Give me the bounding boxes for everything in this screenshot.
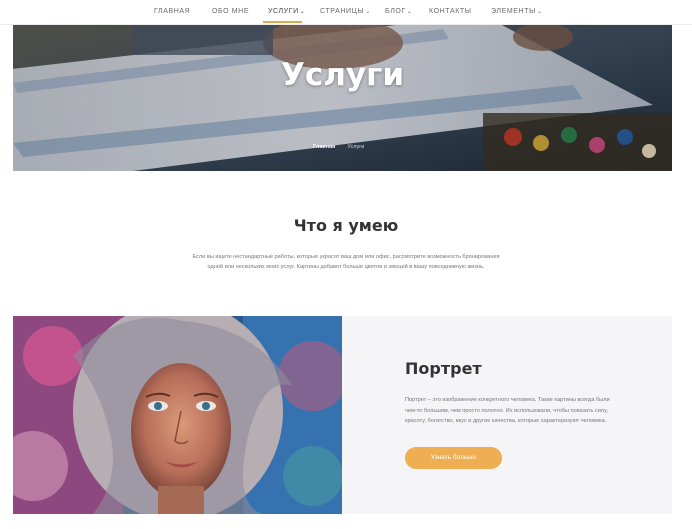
section-title: Что я умею	[293, 216, 399, 235]
nav-item-pages[interactable]: СТРАНИЦЫ⌄	[320, 8, 371, 15]
nav-item-home[interactable]: ГЛАВНАЯ	[154, 8, 190, 15]
nav-item-contacts[interactable]: КОНТАКТЫ	[429, 8, 472, 15]
learn-more-button[interactable]: Узнать больше	[405, 447, 502, 469]
nav-item-services[interactable]: УСЛУГИ⌄	[268, 8, 305, 15]
chevron-down-icon: ⌄	[406, 9, 413, 15]
nav-item-label: ЭЛЕМЕНТЫ	[491, 8, 536, 15]
nav-item-elements[interactable]: ЭЛЕМЕНТЫ⌄	[491, 8, 543, 15]
section-description-line: Если вы ищете нестандартные работы, кото…	[192, 254, 500, 260]
top-navigation: ГЛАВНАЯ ОБО МНЕ УСЛУГИ⌄ СТРАНИЦЫ⌄ БЛОГ⌄ …	[0, 0, 692, 25]
portrait-painting-image	[13, 316, 342, 514]
nav-item-label: УСЛУГИ	[268, 8, 299, 15]
chevron-down-icon: ⌄	[299, 9, 306, 15]
breadcrumb: Главная Услуги	[313, 144, 364, 150]
breadcrumb-current: Услуги	[347, 144, 365, 150]
nav-item-label: БЛОГ	[385, 8, 406, 15]
nav-item-about[interactable]: ОБО МНЕ	[212, 8, 249, 15]
section-description: Если вы ищете нестандартные работы, кото…	[170, 252, 522, 272]
portrait-title: Портрет	[405, 359, 482, 378]
chevron-down-icon: ⌄	[365, 9, 371, 15]
nav-item-label: КОНТАКТЫ	[429, 8, 472, 15]
chevron-down-icon: ⌄	[536, 9, 543, 15]
nav-item-label: ОБО МНЕ	[212, 8, 250, 15]
page-title: Услуги	[280, 57, 405, 93]
nav-item-label: ГЛАВНАЯ	[154, 8, 191, 15]
nav-item-label: СТРАНИЦЫ	[320, 8, 365, 15]
portrait-description: Портрет – это изображение конкретного че…	[405, 397, 610, 424]
page-bottom	[0, 514, 692, 529]
breadcrumb-home-link[interactable]: Главная	[313, 144, 335, 150]
nav-item-blog[interactable]: БЛОГ⌄	[385, 8, 412, 15]
section-description-line: одной или нескольких моих услуг. Картины…	[207, 264, 485, 270]
active-nav-indicator	[263, 21, 302, 23]
hero-banner: Услуги Главная Услуги	[13, 25, 672, 171]
